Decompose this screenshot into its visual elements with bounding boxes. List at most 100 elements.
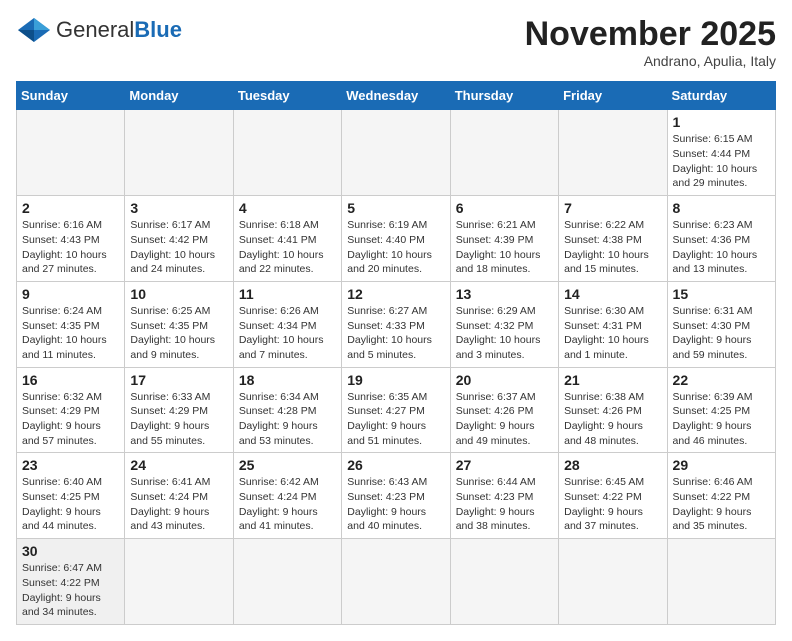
weekday-header-saturday: Saturday	[667, 82, 775, 110]
calendar-cell	[17, 110, 125, 196]
calendar-cell: 19 Sunrise: 6:35 AM Sunset: 4:27 PM Dayli…	[342, 367, 450, 453]
calendar-cell: 15 Sunrise: 6:31 AM Sunset: 4:30 PM Dayli…	[667, 281, 775, 367]
day-number: 18	[239, 372, 336, 388]
day-number: 1	[673, 114, 770, 130]
day-number: 21	[564, 372, 661, 388]
day-info: Sunrise: 6:29 AM Sunset: 4:32 PM Dayligh…	[456, 304, 553, 363]
day-info: Sunrise: 6:47 AM Sunset: 4:22 PM Dayligh…	[22, 561, 119, 620]
calendar-cell	[450, 110, 558, 196]
calendar-cell: 25 Sunrise: 6:42 AM Sunset: 4:24 PM Dayli…	[233, 453, 341, 539]
calendar-cell: 11 Sunrise: 6:26 AM Sunset: 4:34 PM Dayli…	[233, 281, 341, 367]
weekday-header-tuesday: Tuesday	[233, 82, 341, 110]
day-info: Sunrise: 6:34 AM Sunset: 4:28 PM Dayligh…	[239, 390, 336, 449]
weekday-header-wednesday: Wednesday	[342, 82, 450, 110]
logo-icon	[16, 16, 52, 44]
calendar-cell: 13 Sunrise: 6:29 AM Sunset: 4:32 PM Dayli…	[450, 281, 558, 367]
day-info: Sunrise: 6:32 AM Sunset: 4:29 PM Dayligh…	[22, 390, 119, 449]
day-number: 20	[456, 372, 553, 388]
weekday-header-row: SundayMondayTuesdayWednesdayThursdayFrid…	[17, 82, 776, 110]
calendar-cell	[233, 110, 341, 196]
day-info: Sunrise: 6:45 AM Sunset: 4:22 PM Dayligh…	[564, 475, 661, 534]
calendar-cell: 3 Sunrise: 6:17 AM Sunset: 4:42 PM Daylig…	[125, 196, 233, 282]
day-number: 25	[239, 457, 336, 473]
calendar-table: SundayMondayTuesdayWednesdayThursdayFrid…	[16, 81, 776, 625]
day-info: Sunrise: 6:39 AM Sunset: 4:25 PM Dayligh…	[673, 390, 770, 449]
logo-blue: Blue	[134, 17, 182, 42]
day-info: Sunrise: 6:24 AM Sunset: 4:35 PM Dayligh…	[22, 304, 119, 363]
logo-text: GeneralBlue	[56, 17, 182, 43]
day-info: Sunrise: 6:46 AM Sunset: 4:22 PM Dayligh…	[673, 475, 770, 534]
day-number: 11	[239, 286, 336, 302]
day-info: Sunrise: 6:26 AM Sunset: 4:34 PM Dayligh…	[239, 304, 336, 363]
day-number: 2	[22, 200, 119, 216]
calendar-cell: 10 Sunrise: 6:25 AM Sunset: 4:35 PM Dayli…	[125, 281, 233, 367]
month-title: November 2025	[525, 16, 776, 53]
day-number: 13	[456, 286, 553, 302]
calendar-cell: 8 Sunrise: 6:23 AM Sunset: 4:36 PM Daylig…	[667, 196, 775, 282]
day-number: 4	[239, 200, 336, 216]
day-number: 10	[130, 286, 227, 302]
day-number: 5	[347, 200, 444, 216]
day-number: 6	[456, 200, 553, 216]
day-info: Sunrise: 6:41 AM Sunset: 4:24 PM Dayligh…	[130, 475, 227, 534]
calendar-cell: 9 Sunrise: 6:24 AM Sunset: 4:35 PM Daylig…	[17, 281, 125, 367]
calendar-cell: 29 Sunrise: 6:46 AM Sunset: 4:22 PM Dayli…	[667, 453, 775, 539]
day-info: Sunrise: 6:27 AM Sunset: 4:33 PM Dayligh…	[347, 304, 444, 363]
day-info: Sunrise: 6:23 AM Sunset: 4:36 PM Dayligh…	[673, 218, 770, 277]
day-number: 26	[347, 457, 444, 473]
weekday-header-monday: Monday	[125, 82, 233, 110]
week-row-3: 9 Sunrise: 6:24 AM Sunset: 4:35 PM Daylig…	[17, 281, 776, 367]
day-info: Sunrise: 6:22 AM Sunset: 4:38 PM Dayligh…	[564, 218, 661, 277]
day-info: Sunrise: 6:35 AM Sunset: 4:27 PM Dayligh…	[347, 390, 444, 449]
day-number: 7	[564, 200, 661, 216]
day-info: Sunrise: 6:42 AM Sunset: 4:24 PM Dayligh…	[239, 475, 336, 534]
day-number: 16	[22, 372, 119, 388]
day-info: Sunrise: 6:21 AM Sunset: 4:39 PM Dayligh…	[456, 218, 553, 277]
week-row-1: 1 Sunrise: 6:15 AM Sunset: 4:44 PM Daylig…	[17, 110, 776, 196]
day-info: Sunrise: 6:38 AM Sunset: 4:26 PM Dayligh…	[564, 390, 661, 449]
day-info: Sunrise: 6:17 AM Sunset: 4:42 PM Dayligh…	[130, 218, 227, 277]
calendar-cell	[125, 110, 233, 196]
day-info: Sunrise: 6:25 AM Sunset: 4:35 PM Dayligh…	[130, 304, 227, 363]
day-number: 29	[673, 457, 770, 473]
day-number: 8	[673, 200, 770, 216]
calendar-cell: 24 Sunrise: 6:41 AM Sunset: 4:24 PM Dayli…	[125, 453, 233, 539]
calendar-cell: 7 Sunrise: 6:22 AM Sunset: 4:38 PM Daylig…	[559, 196, 667, 282]
calendar-cell: 5Sunrise: 6:19 AM Sunset: 4:40 PM Daylig…	[342, 196, 450, 282]
calendar-cell: 21 Sunrise: 6:38 AM Sunset: 4:26 PM Dayli…	[559, 367, 667, 453]
weekday-header-friday: Friday	[559, 82, 667, 110]
day-number: 14	[564, 286, 661, 302]
day-number: 19	[347, 372, 444, 388]
calendar-cell: 28 Sunrise: 6:45 AM Sunset: 4:22 PM Dayli…	[559, 453, 667, 539]
day-info: Sunrise: 6:37 AM Sunset: 4:26 PM Dayligh…	[456, 390, 553, 449]
calendar-cell	[559, 110, 667, 196]
day-info: Sunrise: 6:15 AM Sunset: 4:44 PM Dayligh…	[673, 132, 770, 191]
calendar-cell: 4Sunrise: 6:18 AM Sunset: 4:41 PM Daylig…	[233, 196, 341, 282]
day-number: 3	[130, 200, 227, 216]
week-row-2: 2 Sunrise: 6:16 AM Sunset: 4:43 PM Daylig…	[17, 196, 776, 282]
weekday-header-thursday: Thursday	[450, 82, 558, 110]
logo: GeneralBlue	[16, 16, 182, 44]
week-row-5: 23 Sunrise: 6:40 AM Sunset: 4:25 PM Dayli…	[17, 453, 776, 539]
day-info: Sunrise: 6:31 AM Sunset: 4:30 PM Dayligh…	[673, 304, 770, 363]
calendar-cell: 22 Sunrise: 6:39 AM Sunset: 4:25 PM Dayli…	[667, 367, 775, 453]
calendar-cell: 6 Sunrise: 6:21 AM Sunset: 4:39 PM Daylig…	[450, 196, 558, 282]
day-number: 28	[564, 457, 661, 473]
day-number: 27	[456, 457, 553, 473]
day-number: 30	[22, 543, 119, 559]
calendar-cell: 12 Sunrise: 6:27 AM Sunset: 4:33 PM Dayli…	[342, 281, 450, 367]
day-number: 22	[673, 372, 770, 388]
day-info: Sunrise: 6:43 AM Sunset: 4:23 PM Dayligh…	[347, 475, 444, 534]
day-number: 24	[130, 457, 227, 473]
day-info: Sunrise: 6:40 AM Sunset: 4:25 PM Dayligh…	[22, 475, 119, 534]
day-info: Sunrise: 6:16 AM Sunset: 4:43 PM Dayligh…	[22, 218, 119, 277]
calendar-cell: 26 Sunrise: 6:43 AM Sunset: 4:23 PM Dayli…	[342, 453, 450, 539]
calendar-cell: 18 Sunrise: 6:34 AM Sunset: 4:28 PM Dayli…	[233, 367, 341, 453]
day-number: 23	[22, 457, 119, 473]
calendar-cell: 16 Sunrise: 6:32 AM Sunset: 4:29 PM Dayli…	[17, 367, 125, 453]
day-number: 15	[673, 286, 770, 302]
day-info: Sunrise: 6:44 AM Sunset: 4:23 PM Dayligh…	[456, 475, 553, 534]
day-number: 12	[347, 286, 444, 302]
day-number: 17	[130, 372, 227, 388]
day-number: 9	[22, 286, 119, 302]
